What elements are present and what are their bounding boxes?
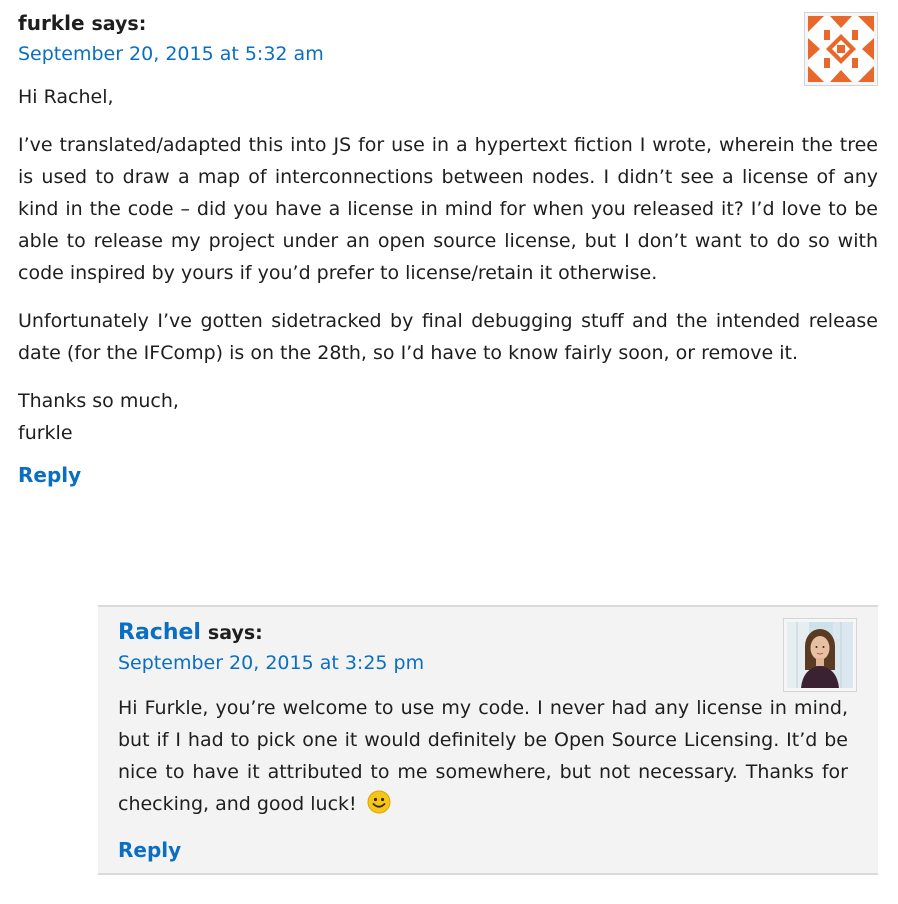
user-photo-icon bbox=[787, 622, 853, 688]
comment-author: furkle bbox=[18, 11, 85, 35]
user-photo-avatar bbox=[783, 618, 857, 692]
comment-text: Hi Furkle, you’re welcome to use my code… bbox=[118, 697, 848, 815]
comment-paragraph: Unfortunately I’ve gotten sidetracked by… bbox=[18, 310, 878, 364]
smile-emoji-icon bbox=[367, 790, 391, 824]
comment-date-link[interactable]: September 20, 2015 at 3:25 pm bbox=[118, 648, 848, 678]
comment-author-link[interactable]: Rachel bbox=[118, 620, 201, 645]
says-label: says: bbox=[207, 622, 263, 644]
comment-closing: Thanks so much, furkle bbox=[18, 385, 878, 449]
reply-button[interactable]: Reply bbox=[18, 463, 81, 487]
comment-paragraph: I’ve translated/adapted this into JS for… bbox=[18, 134, 878, 284]
parent-comment: furkle says: September 20, 2015 at 5:32 … bbox=[18, 8, 878, 487]
comment-date-link[interactable]: September 20, 2015 at 5:32 am bbox=[18, 39, 878, 69]
comment-paragraph: Hi Furkle, you’re welcome to use my code… bbox=[118, 692, 848, 824]
child-comment: Rachel says: September 20, 2015 at 3:25 … bbox=[98, 605, 878, 875]
comment-author-line: Rachel says: bbox=[118, 617, 848, 648]
author-avatar bbox=[804, 12, 878, 86]
comment-author-line: furkle says: bbox=[18, 8, 878, 39]
says-label: says: bbox=[91, 13, 147, 35]
child-comment-body: Rachel says: September 20, 2015 at 3:25 … bbox=[118, 617, 848, 862]
closing-thanks: Thanks so much, bbox=[18, 390, 179, 412]
geometric-identicon-icon bbox=[808, 16, 874, 82]
closing-signature: furkle bbox=[18, 422, 73, 444]
reply-button[interactable]: Reply bbox=[118, 838, 181, 862]
comment-paragraph: Hi Rachel, bbox=[18, 86, 114, 108]
